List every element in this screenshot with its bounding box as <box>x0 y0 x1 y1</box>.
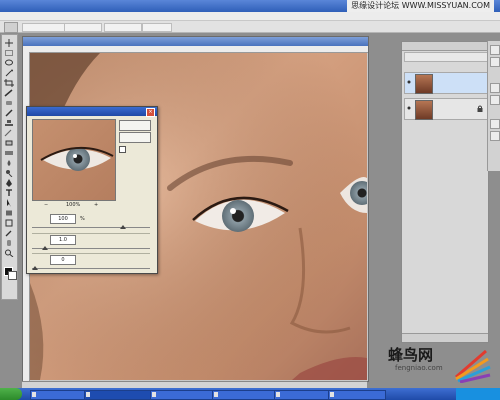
dialog-preview[interactable] <box>32 119 116 201</box>
radius-slider-thumb[interactable] <box>42 246 48 250</box>
history-brush-icon[interactable] <box>4 129 14 137</box>
zoom-in-button[interactable]: + <box>94 202 98 208</box>
dialog-title-bar[interactable]: × <box>27 107 157 117</box>
window-icon <box>32 392 36 397</box>
marquee-tool-icon[interactable] <box>4 49 14 57</box>
start-button[interactable] <box>0 388 22 400</box>
options-item-1[interactable] <box>22 23 68 32</box>
amount-input[interactable]: 100 <box>50 214 76 224</box>
radius-slider[interactable] <box>32 246 150 252</box>
windows-taskbar <box>0 388 500 400</box>
layer-row-top[interactable] <box>404 72 488 94</box>
eyedropper-icon[interactable] <box>4 229 14 237</box>
lock-icon <box>477 105 483 112</box>
styles-icon[interactable] <box>490 95 500 105</box>
eye-icon[interactable] <box>406 79 412 85</box>
notes-tool-icon[interactable] <box>4 219 14 227</box>
window-icon <box>214 392 218 397</box>
dialog-divider <box>32 233 150 234</box>
zoom-tool-icon[interactable] <box>4 249 14 257</box>
taskbar-item-3[interactable] <box>150 390 216 400</box>
layer-row-background[interactable] <box>404 98 488 120</box>
options-item-4[interactable] <box>142 23 172 32</box>
system-tray[interactable] <box>456 388 500 400</box>
window-icon <box>276 392 280 397</box>
layer-thumbnail <box>415 100 433 120</box>
navigator-icon[interactable] <box>490 45 500 55</box>
layer-thumbnail <box>415 74 433 94</box>
layers-panel-footer[interactable] <box>402 333 488 342</box>
amount-slider[interactable] <box>32 225 150 231</box>
blur-tool-icon[interactable] <box>4 159 14 167</box>
amount-unit: % <box>80 216 85 222</box>
eye-icon[interactable] <box>406 105 412 111</box>
clone-stamp-icon[interactable] <box>4 119 14 127</box>
zoom-out-button[interactable]: − <box>44 202 48 208</box>
watermark-bottom-url: fengniao.com <box>395 364 443 372</box>
document-title-bar[interactable] <box>23 37 368 46</box>
move-tool-icon[interactable] <box>4 39 14 47</box>
swatches-icon[interactable] <box>490 83 500 93</box>
layers-panel-options[interactable] <box>404 52 488 62</box>
watermark-top: 思缘设计论坛 WWW.MISSYUAN.COM <box>347 0 494 12</box>
actions-icon[interactable] <box>490 131 500 141</box>
type-tool-icon[interactable] <box>4 189 14 197</box>
shape-tool-icon[interactable] <box>4 209 14 217</box>
gradient-tool-icon[interactable] <box>4 149 14 157</box>
cancel-button[interactable] <box>119 132 151 143</box>
hummingbird-logo-icon <box>455 349 491 383</box>
radius-row: 1.0 <box>32 235 150 245</box>
pen-tool-icon[interactable] <box>4 179 14 187</box>
magic-wand-icon[interactable] <box>4 69 14 77</box>
preview-zoom: − 100% + <box>32 202 114 210</box>
tool-preset-button[interactable] <box>4 22 18 33</box>
preview-checkbox[interactable] <box>119 146 126 153</box>
zoom-level: 100% <box>66 202 81 208</box>
lasso-tool-icon[interactable] <box>4 59 14 67</box>
window-icon <box>86 392 90 397</box>
ok-button[interactable] <box>119 120 151 131</box>
right-dock <box>487 41 500 171</box>
threshold-slider-thumb[interactable] <box>32 266 38 270</box>
taskbar-item-2[interactable] <box>84 390 154 400</box>
menu-bar[interactable] <box>0 12 500 21</box>
dialog-close-button[interactable]: × <box>146 108 155 117</box>
background-color-swatch[interactable] <box>8 271 17 280</box>
threshold-row: 0 <box>32 255 150 265</box>
histogram-icon[interactable] <box>490 57 500 67</box>
options-item-3[interactable] <box>104 23 142 32</box>
horizontal-ruler[interactable] <box>23 46 368 53</box>
options-bar <box>0 21 500 33</box>
filter-dialog: × − 100% + 100 % 1.0 0 <box>26 106 158 274</box>
layers-panel <box>401 41 489 343</box>
taskbar-item-4[interactable] <box>212 390 278 400</box>
threshold-slider[interactable] <box>32 266 150 272</box>
toolbox <box>1 34 18 300</box>
options-item-2[interactable] <box>64 23 102 32</box>
radius-input[interactable]: 1.0 <box>50 235 76 245</box>
window-icon <box>330 392 334 397</box>
dodge-tool-icon[interactable] <box>4 169 14 177</box>
slice-tool-icon[interactable] <box>4 89 14 97</box>
eraser-tool-icon[interactable] <box>4 139 14 147</box>
taskbar-item-1[interactable] <box>30 390 88 400</box>
watermark-bottom-name: 蜂鸟网 <box>388 346 434 364</box>
hand-tool-icon[interactable] <box>4 239 14 247</box>
taskbar-item-6[interactable] <box>328 390 386 400</box>
path-selection-icon[interactable] <box>4 199 14 207</box>
document-status-bar <box>22 381 367 388</box>
taskbar-item-5[interactable] <box>274 390 332 400</box>
amount-slider-thumb[interactable] <box>120 225 126 229</box>
amount-row: 100 % <box>32 214 150 224</box>
threshold-input[interactable]: 0 <box>50 255 76 265</box>
layers-panel-tabs[interactable] <box>402 42 488 51</box>
healing-brush-icon[interactable] <box>4 99 14 107</box>
crop-tool-icon[interactable] <box>4 79 14 87</box>
dialog-divider-2 <box>32 253 150 254</box>
window-icon <box>152 392 156 397</box>
history-icon[interactable] <box>490 119 500 129</box>
brush-tool-icon[interactable] <box>4 109 14 117</box>
